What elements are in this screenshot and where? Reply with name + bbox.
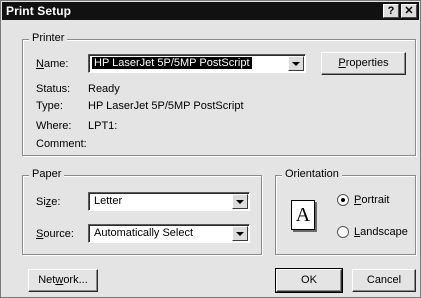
type-label: Type: [36,100,63,112]
type-value: HP LaserJet 5P/5MP PostScript [88,100,244,112]
close-button[interactable]: ✕ [401,4,417,18]
status-label: Status: [36,83,71,95]
properties-button[interactable]: Properties [321,52,406,75]
portrait-radio[interactable] [337,194,349,206]
cancel-button[interactable]: Cancel [352,269,416,292]
paper-size-label: Size: [36,196,61,208]
printer-group-legend: Printer [29,32,68,44]
paper-size-value: Letter [94,195,123,207]
paper-source-value: Automatically Select [94,227,194,239]
paper-source-combo[interactable]: Automatically Select [88,224,250,243]
where-value: LPT1: [88,120,118,132]
portrait-label[interactable]: Portrait [354,194,389,206]
network-button[interactable]: Network... [28,269,98,292]
printer-name-label: Name: [36,58,69,70]
where-label: Where: [36,120,72,132]
printer-name-combo[interactable]: HP LaserJet 5P/5MP PostScript [88,54,306,73]
printer-name-value: HP LaserJet 5P/5MP PostScript [92,57,252,69]
printer-name-dropdown-icon[interactable] [288,56,304,71]
paper-source-label: Source: [36,228,74,240]
paper-size-combo[interactable]: Letter [88,192,250,211]
comment-label: Comment: [36,138,87,150]
paper-group: Paper [22,168,262,255]
help-button[interactable]: ? [383,4,399,18]
paper-source-dropdown-icon[interactable] [232,226,248,241]
landscape-radio[interactable] [337,226,349,238]
landscape-label[interactable]: Landscape [354,226,408,238]
ok-button[interactable]: OK [275,268,343,293]
print-setup-dialog: Print Setup ? ✕ Printer Name: HP LaserJe… [0,0,421,298]
portrait-page-icon: A [291,200,315,230]
paper-size-dropdown-icon[interactable] [232,194,248,209]
title-bar: Print Setup ? ✕ [2,2,419,20]
paper-group-legend: Paper [29,168,65,180]
dialog-title: Print Setup [6,4,72,18]
status-value: Ready [88,83,120,95]
orientation-group-legend: Orientation [282,168,342,180]
